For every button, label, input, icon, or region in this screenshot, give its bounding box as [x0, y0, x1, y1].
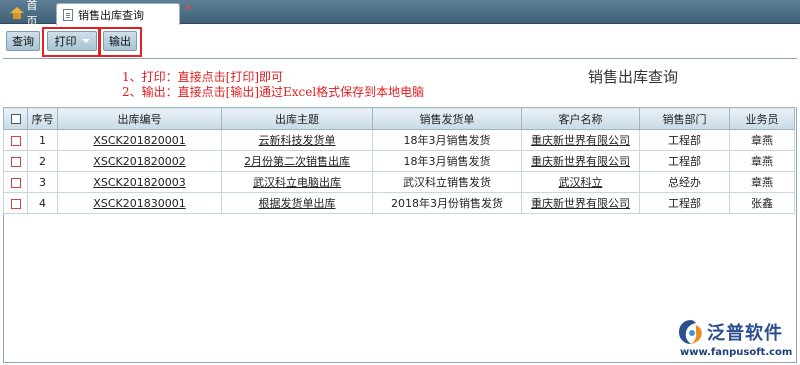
column-header[interactable]: 销售部门 [639, 107, 730, 130]
customer-link[interactable]: 重庆新世界有限公司 [531, 134, 630, 147]
home-icon [10, 7, 24, 19]
tab-bar: 首页 销售出库查询 ✕ [0, 0, 800, 28]
shipment-cell: 18年3月销售发货 [372, 150, 522, 172]
column-header[interactable]: 序号 [27, 107, 58, 130]
shipment-cell: 武汉科立销售发货 [372, 171, 522, 193]
shipment-cell: 18年3月销售发货 [372, 129, 522, 151]
row-checkbox[interactable] [10, 177, 21, 188]
tab-home-label: 首页 [26, 0, 38, 28]
salesman-cell: 张鑫 [729, 192, 795, 214]
fanpu-logo-icon [679, 320, 702, 344]
fanpu-logo: 泛普软件 www.fanpusoft.com [676, 317, 796, 362]
tab-home[interactable]: 首页 [4, 0, 52, 28]
table-row[interactable]: 3 XSCK201820003 武汉科立电脑出库 武汉科立销售发货 武汉科立 总… [3, 171, 795, 193]
outbound-subject-link[interactable]: 2月份第二次销售出库 [244, 155, 350, 168]
department-cell: 总经办 [639, 171, 730, 193]
tab-active-label: 销售出库查询 [78, 8, 144, 22]
instruction-export: 2、输出：直接点击[输出]通过Excel格式保存到本地电脑 [122, 85, 425, 99]
column-header[interactable]: 业务员 [729, 107, 795, 130]
outbound-code-link[interactable]: XSCK201820002 [93, 155, 185, 168]
outbound-subject-link[interactable]: 武汉科立电脑出库 [253, 176, 341, 189]
row-checkbox[interactable] [10, 135, 21, 146]
customer-link[interactable]: 重庆新世界有限公司 [531, 155, 630, 168]
column-header[interactable]: 出库编号 [57, 107, 222, 130]
row-checkbox[interactable] [10, 156, 21, 167]
row-number: 4 [27, 192, 58, 214]
outbound-subject-link[interactable]: 云新科技发货单 [259, 134, 336, 147]
customer-link[interactable]: 武汉科立 [559, 176, 603, 189]
table-row[interactable]: 1 XSCK201820001 云新科技发货单 18年3月销售发货 重庆新世界有… [3, 129, 795, 151]
department-cell: 工程部 [639, 129, 730, 151]
department-cell: 工程部 [639, 150, 730, 172]
tab-sales-outbound-query[interactable]: 销售出库查询 [56, 3, 180, 25]
logo-url: www.fanpusoft.com [680, 347, 793, 358]
query-button-label: 查询 [12, 35, 34, 48]
row-number: 2 [27, 150, 58, 172]
export-highlight-box [99, 27, 142, 57]
table-row[interactable]: 2 XSCK201820002 2月份第二次销售出库 18年3月销售发货 重庆新… [3, 150, 795, 172]
salesman-cell: 章燕 [729, 150, 795, 172]
outbound-table: 序号 出库编号 出库主题 销售发货单 客户名称 销售部门 业务员 1 XSCK2… [3, 107, 795, 214]
outbound-code-link[interactable]: XSCK201830001 [93, 197, 185, 210]
document-icon [63, 8, 73, 21]
column-header[interactable]: 客户名称 [521, 107, 640, 130]
table-header-row: 序号 出库编号 出库主题 销售发货单 客户名称 销售部门 业务员 [3, 107, 795, 130]
query-button[interactable]: 查询 [6, 31, 40, 51]
shipment-cell: 2018年3月份销售发货 [372, 192, 522, 214]
outbound-code-link[interactable]: XSCK201820001 [93, 134, 185, 147]
row-number: 1 [27, 129, 58, 151]
salesman-cell: 章燕 [729, 171, 795, 193]
divider [3, 58, 797, 59]
table-row[interactable]: 4 XSCK201830001 根据发货单出库 2018年3月份销售发货 重庆新… [3, 192, 795, 214]
salesman-cell: 章燕 [729, 129, 795, 151]
select-all-cell [3, 107, 28, 130]
select-all-checkbox[interactable] [10, 114, 21, 124]
column-header[interactable]: 出库主题 [221, 107, 373, 130]
logo-name: 泛普软件 [707, 323, 783, 344]
print-highlight-box [42, 27, 100, 57]
customer-link[interactable]: 重庆新世界有限公司 [531, 197, 630, 210]
row-checkbox[interactable] [10, 198, 21, 209]
outbound-subject-link[interactable]: 根据发货单出库 [259, 197, 336, 210]
row-number: 3 [27, 171, 58, 193]
department-cell: 工程部 [639, 192, 730, 214]
outbound-code-link[interactable]: XSCK201820003 [93, 176, 185, 189]
close-icon[interactable]: ✕ [184, 3, 192, 14]
page-title: 销售出库查询 [588, 68, 679, 86]
column-header[interactable]: 销售发货单 [372, 107, 522, 130]
